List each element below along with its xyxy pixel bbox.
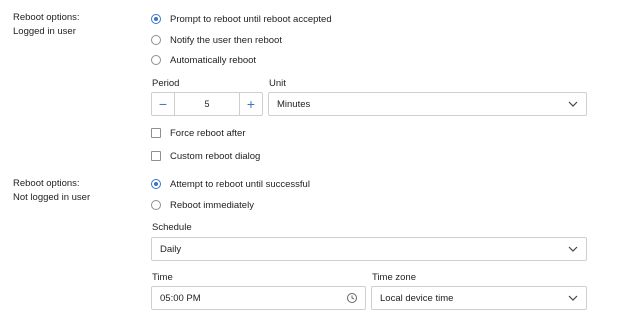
radio-button-selected[interactable] [151, 14, 161, 24]
checkbox-custom-reboot-dialog[interactable]: Custom reboot dialog [151, 148, 260, 164]
unit-value: Minutes [277, 98, 311, 110]
checkbox[interactable] [151, 151, 161, 161]
timezone-value: Local device time [380, 292, 454, 304]
chevron-down-icon [568, 295, 578, 301]
timezone-label: Time zone [372, 272, 416, 283]
unit-label: Unit [269, 78, 286, 89]
schedule-value: Daily [160, 243, 182, 255]
radio-label: Automatically reboot [170, 54, 257, 66]
radio-button-selected[interactable] [151, 179, 161, 189]
radio-automatically-reboot[interactable]: Automatically reboot [151, 52, 256, 68]
radio-reboot-immediately[interactable]: Reboot immediately [151, 197, 254, 213]
radio-label: Notify the user then reboot [170, 34, 282, 46]
radio-prompt-to-reboot[interactable]: Prompt to reboot until reboot accepted [151, 11, 332, 27]
not-logged-in-label-line1: Reboot options: [13, 178, 80, 189]
logged-in-section-label: Reboot options: Logged in user [13, 11, 80, 39]
radio-button[interactable] [151, 55, 161, 65]
radio-button[interactable] [151, 200, 161, 210]
unit-select[interactable]: Minutes [268, 92, 587, 116]
checkbox-force-reboot-after[interactable]: Force reboot after [151, 125, 246, 141]
schedule-select[interactable]: Daily [151, 237, 587, 261]
chevron-down-icon [568, 246, 578, 252]
radio-label: Reboot immediately [170, 199, 254, 211]
schedule-label: Schedule [152, 222, 192, 233]
decrement-button[interactable]: − [152, 93, 174, 115]
clock-icon[interactable] [345, 291, 359, 305]
chevron-down-icon [568, 101, 578, 107]
radio-notify-then-reboot[interactable]: Notify the user then reboot [151, 32, 282, 48]
checkbox[interactable] [151, 128, 161, 138]
time-input[interactable]: 05:00 PM [151, 286, 366, 310]
period-value[interactable]: 5 [174, 93, 240, 115]
time-label: Time [152, 272, 173, 283]
time-value: 05:00 PM [160, 292, 201, 304]
checkbox-label: Custom reboot dialog [170, 150, 261, 162]
increment-button[interactable]: + [240, 93, 262, 115]
period-stepper[interactable]: − 5 + [151, 92, 263, 116]
logged-in-label-line2: Logged in user [13, 26, 76, 37]
checkbox-label: Force reboot after [170, 127, 246, 139]
radio-label: Attempt to reboot until successful [170, 178, 310, 190]
timezone-select[interactable]: Local device time [371, 286, 587, 310]
radio-button[interactable] [151, 35, 161, 45]
logged-in-label-line1: Reboot options: [13, 12, 80, 23]
radio-attempt-until-successful[interactable]: Attempt to reboot until successful [151, 176, 310, 192]
period-label: Period [152, 78, 180, 89]
radio-label: Prompt to reboot until reboot accepted [170, 13, 332, 25]
not-logged-in-label-line2: Not logged in user [13, 192, 91, 203]
not-logged-in-section-label: Reboot options: Not logged in user [13, 177, 90, 205]
